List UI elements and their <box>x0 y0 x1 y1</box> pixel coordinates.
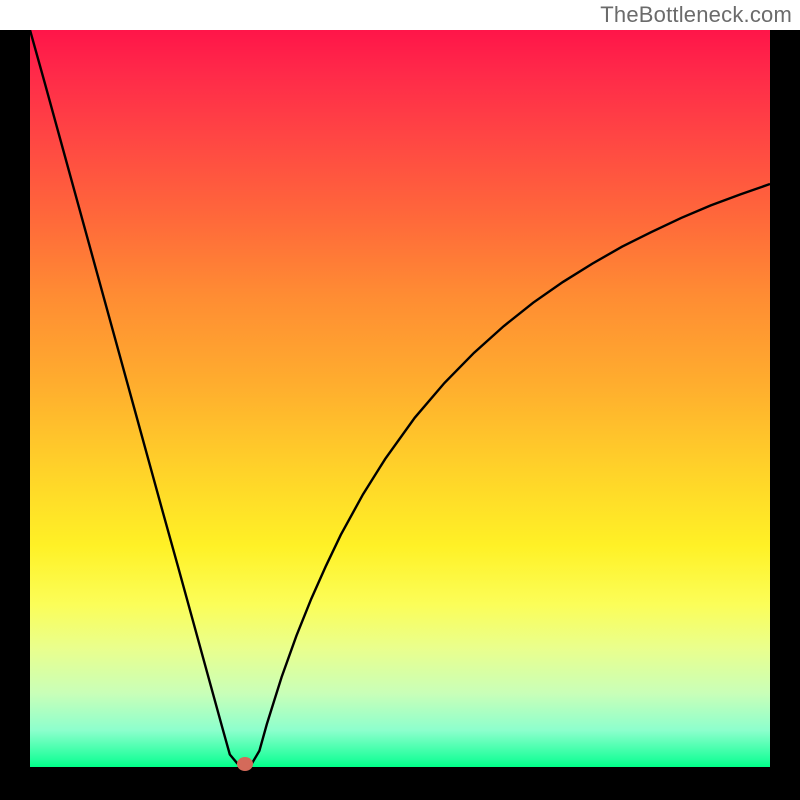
minimum-dot-icon <box>237 757 253 771</box>
bottleneck-curve <box>30 30 770 763</box>
chart-container: TheBottleneck.com <box>0 0 800 800</box>
attribution-text: TheBottleneck.com <box>600 2 792 28</box>
plot-area <box>30 30 770 767</box>
chart-frame <box>0 30 800 800</box>
curve-svg <box>30 30 770 767</box>
